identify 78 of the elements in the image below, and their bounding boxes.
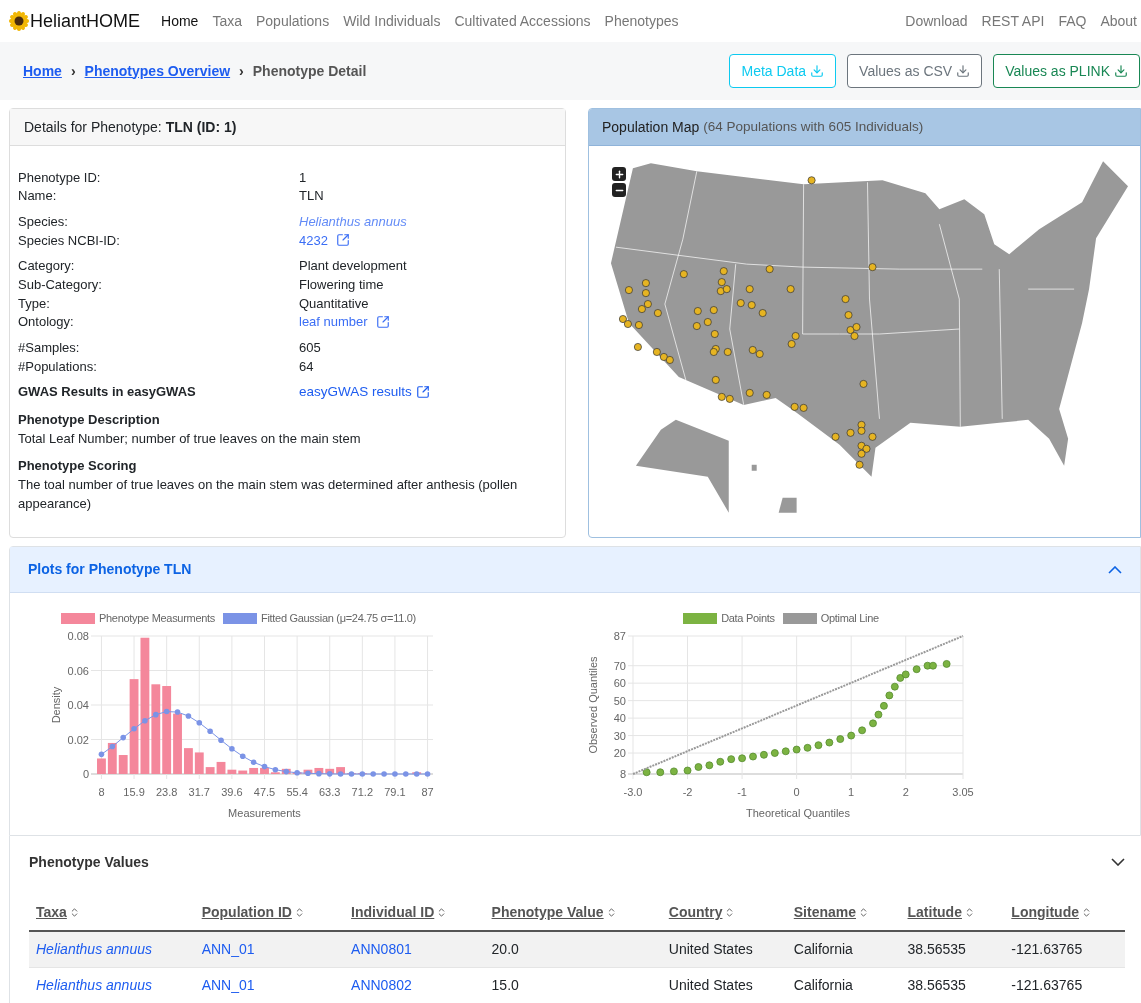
table-cell: 15.0 xyxy=(491,976,519,993)
tick-label: 0 xyxy=(793,786,800,798)
tick-label: 0.06 xyxy=(67,664,89,677)
table-cell: United States xyxy=(668,976,753,993)
tick-label: 8 xyxy=(98,786,105,798)
field-label: Phenotype ID: xyxy=(18,168,102,187)
table-cell: 38.56535 xyxy=(907,976,966,993)
section-title: Phenotype Values xyxy=(29,852,149,872)
tick-label: 8 xyxy=(619,768,626,780)
tick-label: -2 xyxy=(682,786,693,798)
field-label: #Populations: xyxy=(18,357,98,376)
tick-label: 87 xyxy=(421,786,434,798)
table-cell: 20.0 xyxy=(491,940,519,957)
field-value: Plant development xyxy=(299,257,407,276)
section-text: The toal number of true leaves on the main stem was determined after anthesis (pollen appearance) xyxy=(18,475,519,513)
tick-label: 63.3 xyxy=(319,786,341,798)
field-value: TLN xyxy=(299,187,324,206)
table-cell: 38.56535 xyxy=(907,940,966,957)
legend-label: Optimal Line xyxy=(820,610,879,626)
section-heading: Phenotype Scoring xyxy=(18,456,138,475)
tick-label: 15.9 xyxy=(123,786,145,798)
card-title: Details for Phenotype: TLN (ID: 1) xyxy=(24,117,237,137)
tick-label: -3.0 xyxy=(623,786,643,798)
field-label: #Samples: xyxy=(18,339,81,358)
tick-label: 2 xyxy=(902,786,909,798)
breadcrumb-separator: › xyxy=(239,61,244,81)
card-subtitle: (64 Populations with 605 Individuals) xyxy=(703,117,924,136)
field-label: Ontology: xyxy=(18,313,75,332)
tick-label: 0.02 xyxy=(67,733,89,746)
breadcrumb-current: Phenotype Detail xyxy=(252,61,367,81)
tick-label: 47.5 xyxy=(253,786,276,798)
field-label: Species NCBI-ID: xyxy=(18,231,121,250)
legend-label: Data Points xyxy=(721,610,775,626)
tick-label: 70 xyxy=(613,659,626,672)
card-title: Population Map xyxy=(602,117,700,137)
tick-label: -1 xyxy=(737,786,747,798)
field-value: Quantitative xyxy=(299,294,369,313)
tick-label: 3.05 xyxy=(952,786,974,798)
tick-label: 31.7 xyxy=(188,786,210,798)
tick-label: 55.4 xyxy=(286,786,308,798)
field-value: 64 xyxy=(299,357,314,376)
tick-label: 87 xyxy=(613,630,626,642)
field-label: GWAS Results in easyGWAS xyxy=(18,383,197,402)
tick-label: 20 xyxy=(613,747,626,760)
tick-label: 30 xyxy=(613,729,626,742)
breadcrumb-separator: › xyxy=(70,61,76,81)
table-cell: California xyxy=(793,940,853,957)
tick-label: 1 xyxy=(848,786,855,798)
axis-title: Theoretical Quantiles xyxy=(746,807,850,819)
field-value: 1 xyxy=(299,168,307,187)
field-label: Name: xyxy=(18,187,58,206)
axis-title: Observed Quantiles xyxy=(587,656,599,754)
tick-label: 0.04 xyxy=(67,699,89,711)
table-cell: -121.63765 xyxy=(1011,976,1083,993)
tick-label: 40 xyxy=(613,712,626,725)
legend-label: Phenotype Measurments xyxy=(99,610,215,626)
tick-label: 50 xyxy=(613,694,626,707)
tick-label: 60 xyxy=(613,677,626,690)
field-label: Sub-Category: xyxy=(18,276,103,295)
tick-label: 23.8 xyxy=(155,786,178,798)
field-value: Flowering time xyxy=(299,276,384,295)
field-label: Type: xyxy=(18,294,51,313)
tick-label: 0 xyxy=(82,768,89,780)
axis-title: Density xyxy=(50,686,62,724)
tick-label: 0.08 xyxy=(67,630,89,642)
field-label: Category: xyxy=(18,257,76,276)
tick-label: 39.6 xyxy=(221,786,243,798)
legend-label: Fitted Gaussian (μ=24.75 σ=11.0) xyxy=(261,610,416,626)
table-cell: California xyxy=(793,976,853,993)
tick-label: 71.2 xyxy=(351,786,374,798)
table-cell: United States xyxy=(668,940,753,957)
field-label: Species: xyxy=(18,212,69,231)
tick-label: 79.1 xyxy=(384,786,406,798)
section-text: Total Leaf Number; number of true leaves on the main stem xyxy=(18,429,362,448)
field-value: 605 xyxy=(299,339,321,358)
section-heading: Phenotype Description xyxy=(18,410,161,429)
table-cell: -121.63765 xyxy=(1011,940,1083,957)
axis-title: Measurements xyxy=(228,807,301,819)
